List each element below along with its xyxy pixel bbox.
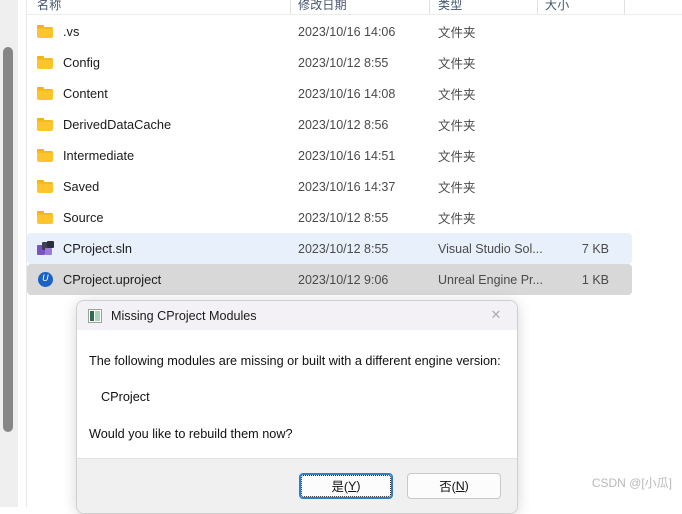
dialog-body: The following modules are missing or bui… [77,330,517,479]
column-header-size[interactable]: 大小 [545,0,569,13]
file-name-label: .vs [63,24,80,39]
no-button[interactable]: 否(N) [407,473,501,499]
column-header-underline [27,14,682,15]
file-name-label: Intermediate [63,148,135,163]
file-name-cell: Source [37,210,104,225]
file-date-cell: 2023/10/12 9:06 [298,272,389,287]
table-row[interactable]: Source 2023/10/12 8:55 文件夹 [27,202,632,233]
file-date-cell: 2023/10/16 14:37 [298,179,396,194]
file-name-cell: .vs [37,24,79,39]
file-date-cell: 2023/10/16 14:51 [298,148,396,163]
file-type-cell: Unreal Engine Pr... [438,272,543,287]
table-row[interactable]: Content 2023/10/16 14:08 文件夹 [27,78,632,109]
file-name-cell: U CProject.uproject [37,272,161,287]
file-name-label: DerivedDataCache [63,117,172,132]
file-date-cell: 2023/10/16 14:08 [298,86,396,101]
file-name-label: Config [63,55,100,70]
dialog-title: Missing CProject Modules [111,308,257,323]
column-header-bar: 名称 修改日期 类型 大小 [27,0,682,15]
folder-icon [37,55,54,70]
column-header-date[interactable]: 修改日期 [298,0,347,13]
file-date-cell: 2023/10/12 8:55 [298,210,389,225]
dialog-footer: 是(Y) 否(N) [77,458,517,513]
dialog-message-primary: The following modules are missing or bui… [89,354,501,368]
table-row[interactable]: Intermediate 2023/10/16 14:51 文件夹 [27,140,632,171]
table-row[interactable]: Config 2023/10/12 8:55 文件夹 [27,47,632,78]
file-name-cell: CProject.sln [37,241,132,256]
file-date-cell: 2023/10/16 14:06 [298,24,396,39]
file-name-cell: Intermediate [37,148,134,163]
dialog-title-bar[interactable]: Missing CProject Modules ✕ [77,301,517,330]
missing-modules-dialog: Missing CProject Modules ✕ The following… [76,300,518,514]
file-name-label: Source [63,210,104,225]
no-button-suffix: ) [464,479,469,493]
column-separator[interactable] [429,0,430,15]
folder-icon [37,24,54,39]
file-type-cell: 文件夹 [438,119,476,133]
unreal-engine-project-icon: U [37,272,54,287]
file-date-cell: 2023/10/12 8:55 [298,241,389,256]
table-row[interactable]: U CProject.uproject 2023/10/12 9:06 Unre… [27,264,632,295]
file-list: .vs 2023/10/16 14:06 文件夹 Config 2023/10/… [27,16,632,295]
dialog-message-question: Would you like to rebuild them now? [89,427,293,441]
table-row[interactable]: DerivedDataCache 2023/10/12 8:56 文件夹 [27,109,632,140]
file-name-cell: DerivedDataCache [37,117,171,132]
table-row[interactable]: Saved 2023/10/16 14:37 文件夹 [27,171,632,202]
no-button-prefix: 否( [439,480,456,494]
column-header-type[interactable]: 类型 [438,0,462,13]
visual-studio-solution-icon [37,241,54,256]
file-type-cell: 文件夹 [438,57,476,71]
file-type-cell: 文件夹 [438,212,476,226]
column-separator[interactable] [624,0,625,15]
file-type-cell: 文件夹 [438,88,476,102]
unreal-engine-app-icon [88,308,102,323]
close-icon[interactable]: ✕ [479,303,513,328]
file-name-label: CProject.sln [63,241,132,256]
file-date-cell: 2023/10/12 8:55 [298,55,389,70]
file-name-cell: Config [37,55,100,70]
file-type-cell: 文件夹 [438,181,476,195]
column-separator[interactable] [537,0,538,15]
file-type-cell: 文件夹 [438,150,476,164]
file-date-cell: 2023/10/12 8:56 [298,117,389,132]
file-name-cell: Content [37,86,108,101]
yes-button[interactable]: 是(Y) [299,473,393,499]
folder-icon [37,179,54,194]
file-name-cell: Saved [37,179,99,194]
file-name-label: Saved [63,179,100,194]
column-separator[interactable] [290,0,291,15]
file-name-label: CProject.uproject [63,272,162,287]
dialog-module-name: CProject [101,390,150,404]
folder-icon [37,148,54,163]
file-size-cell: 1 KB [581,272,609,287]
folder-icon [37,86,54,101]
csdn-watermark: CSDN @[小瓜] [591,476,672,490]
folder-icon [37,210,54,225]
file-type-cell: 文件夹 [438,26,476,40]
file-type-cell: Visual Studio Sol... [438,241,543,256]
no-button-accelerator: N [455,479,465,493]
table-row[interactable]: .vs 2023/10/16 14:06 文件夹 [27,16,632,47]
file-size-cell: 7 KB [581,241,609,256]
vertical-scrollbar-thumb[interactable] [3,47,13,432]
file-name-label: Content [63,86,108,101]
folder-icon [37,117,54,132]
table-row[interactable]: CProject.sln 2023/10/12 8:55 Visual Stud… [27,233,632,264]
column-header-name[interactable]: 名称 [37,0,61,13]
